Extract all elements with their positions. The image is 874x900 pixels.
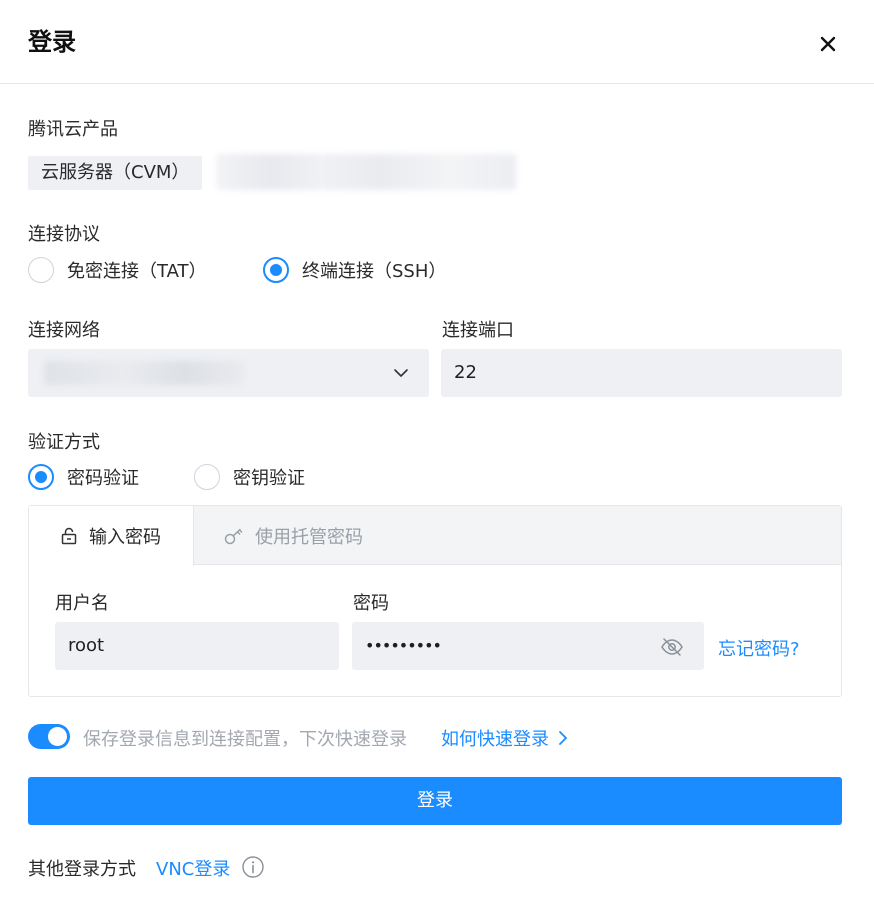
radio-key[interactable]	[194, 464, 220, 490]
tab-input-password-label: 输入密码	[89, 527, 161, 548]
product-label: 腾讯云产品	[28, 119, 118, 140]
username-label: 用户名	[55, 593, 109, 614]
tab-managed-password[interactable]: 使用托管密码	[223, 506, 363, 565]
vnc-login-link[interactable]: VNC登录	[156, 855, 230, 881]
network-select[interactable]	[28, 349, 429, 397]
forgot-password-link[interactable]: 忘记密码?	[718, 635, 800, 661]
protocol-label: 连接协议	[28, 224, 100, 245]
radio-tat[interactable]	[28, 257, 54, 283]
auth-tabbar: 输入密码 使用托管密码	[29, 506, 841, 566]
tab-input-password[interactable]: 输入密码	[29, 506, 194, 566]
product-tag: 云服务器（CVM）	[28, 156, 203, 190]
network-value-redacted	[44, 361, 244, 385]
radio-ssh[interactable]	[263, 257, 289, 283]
protocol-option-tat-label: 免密连接（TAT）	[67, 261, 207, 282]
protocol-option-ssh[interactable]: 终端连接（SSH）	[263, 257, 446, 283]
network-label: 连接网络	[28, 320, 100, 341]
dialog-title: 登录	[28, 28, 76, 56]
protocol-option-ssh-label: 终端连接（SSH）	[302, 261, 447, 282]
auth-option-key[interactable]: 密钥验证	[194, 464, 305, 490]
lock-icon	[61, 527, 77, 545]
chevron-down-icon	[394, 369, 408, 377]
login-button[interactable]: 登录	[28, 777, 842, 825]
chevron-right-icon	[559, 731, 567, 745]
username-input[interactable]: root	[55, 622, 339, 670]
key-icon	[224, 528, 243, 544]
auth-option-password[interactable]: 密码验证	[28, 464, 139, 490]
quick-login-help-link[interactable]: 如何快速登录	[441, 725, 571, 751]
save-login-text: 保存登录信息到连接配置，下次快速登录	[83, 729, 407, 750]
close-icon[interactable]	[816, 32, 840, 56]
port-label: 连接端口	[442, 320, 514, 341]
auth-label: 验证方式	[28, 432, 100, 453]
tab-managed-password-label: 使用托管密码	[255, 526, 363, 548]
password-label: 密码	[353, 593, 389, 614]
protocol-option-tat[interactable]: 免密连接（TAT）	[28, 257, 207, 283]
toggle-knob	[48, 727, 67, 746]
auth-option-password-label: 密码验证	[67, 468, 139, 489]
port-input[interactable]: 22	[441, 349, 842, 397]
quick-login-help-label: 如何快速登录	[441, 729, 549, 750]
save-login-toggle[interactable]	[28, 724, 70, 749]
radio-password[interactable]	[28, 464, 54, 490]
password-input[interactable]: •••••••••	[352, 622, 704, 670]
instance-info-redacted	[216, 154, 516, 190]
dialog-header: 登录	[0, 0, 874, 84]
other-login-label: 其他登录方式	[28, 859, 136, 880]
eye-off-icon[interactable]	[660, 635, 684, 659]
auth-option-key-label: 密钥验证	[233, 468, 305, 489]
info-icon[interactable]	[241, 855, 265, 879]
